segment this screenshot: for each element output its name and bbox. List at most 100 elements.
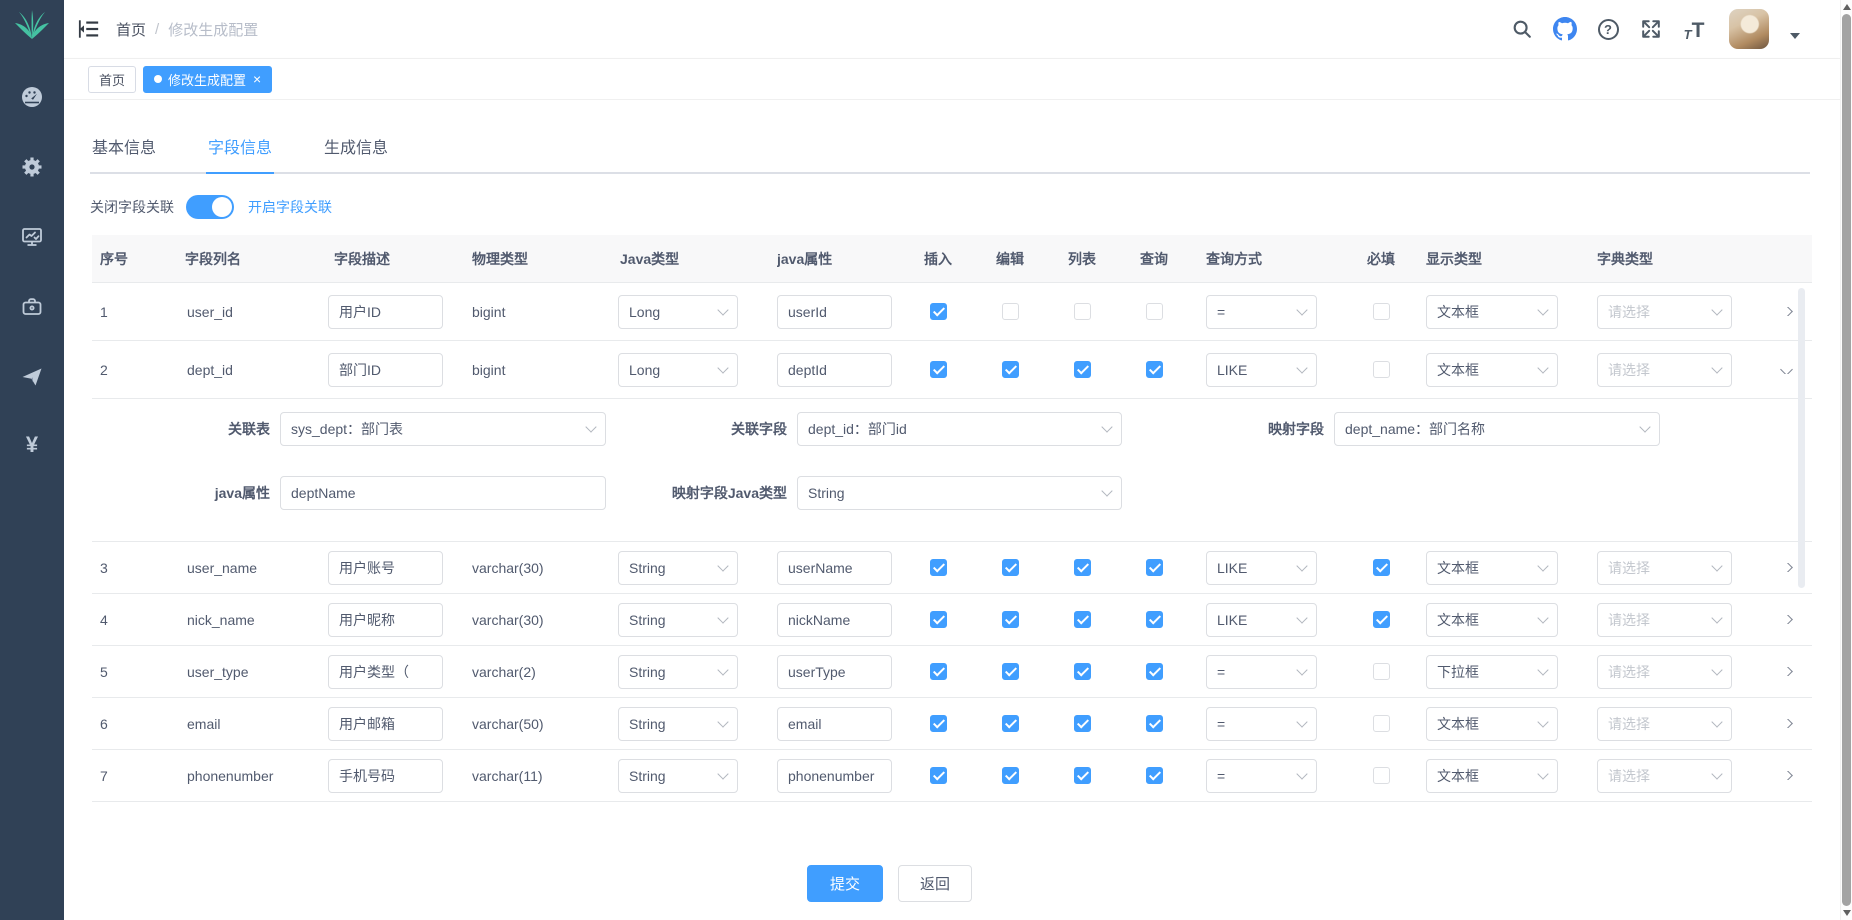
required-checkbox[interactable] — [1373, 303, 1390, 320]
java-attr-input[interactable] — [777, 655, 892, 689]
query-type-select[interactable]: = — [1206, 759, 1317, 793]
fullscreen-icon[interactable] — [1639, 17, 1663, 41]
required-checkbox[interactable] — [1373, 559, 1390, 576]
edit-checkbox[interactable] — [1002, 611, 1019, 628]
java-attr-input[interactable] — [777, 353, 892, 387]
display-type-select[interactable]: 文本框 — [1426, 707, 1558, 741]
dict-type-select[interactable]: 请选择 — [1597, 603, 1732, 637]
relation-java-attr-input[interactable] — [280, 476, 606, 510]
query-checkbox[interactable] — [1146, 611, 1163, 628]
java-type-select[interactable]: String — [618, 551, 738, 585]
relation-field-select[interactable]: dept_id：部门id — [797, 412, 1122, 446]
sidebar-item-publish[interactable] — [20, 365, 44, 389]
page-scrollbar[interactable] — [1840, 0, 1852, 920]
edit-checkbox[interactable] — [1002, 767, 1019, 784]
display-type-select[interactable]: 文本框 — [1426, 295, 1558, 329]
required-checkbox[interactable] — [1373, 611, 1390, 628]
tab-field-info[interactable]: 字段信息 — [206, 128, 274, 174]
close-icon[interactable]: × — [253, 72, 261, 86]
description-input[interactable] — [328, 707, 443, 741]
sidebar-item-dashboard[interactable] — [20, 85, 44, 109]
expand-row-icon[interactable] — [1780, 667, 1793, 676]
query-checkbox[interactable] — [1146, 559, 1163, 576]
sidebar-item-system[interactable] — [20, 155, 44, 179]
list-checkbox[interactable] — [1074, 767, 1091, 784]
insert-checkbox[interactable] — [930, 303, 947, 320]
dict-type-select[interactable]: 请选择 — [1597, 759, 1732, 793]
required-checkbox[interactable] — [1373, 715, 1390, 732]
map-java-type-select[interactable]: String — [797, 476, 1122, 510]
submit-button[interactable]: 提交 — [807, 865, 883, 902]
sidebar-item-finance[interactable]: ¥ — [20, 433, 44, 457]
tag-current-page[interactable]: 修改生成配置 × — [143, 66, 272, 93]
java-attr-input[interactable] — [777, 759, 892, 793]
menu-fold-icon[interactable] — [78, 18, 100, 40]
java-type-select[interactable]: String — [618, 655, 738, 689]
java-type-select[interactable]: Long — [618, 353, 738, 387]
relation-table-select[interactable]: sys_dept：部门表 — [280, 412, 606, 446]
required-checkbox[interactable] — [1373, 361, 1390, 378]
tab-generate-info[interactable]: 生成信息 — [322, 128, 390, 172]
description-input[interactable] — [328, 551, 443, 585]
java-attr-input[interactable] — [777, 295, 892, 329]
edit-checkbox[interactable] — [1002, 715, 1019, 732]
github-icon[interactable] — [1553, 17, 1577, 41]
insert-checkbox[interactable] — [930, 611, 947, 628]
sidebar-item-monitor[interactable] — [20, 225, 44, 249]
insert-checkbox[interactable] — [930, 663, 947, 680]
font-size-icon[interactable]: TT — [1682, 17, 1706, 41]
scrollbar-thumb[interactable] — [1842, 14, 1851, 906]
insert-checkbox[interactable] — [930, 767, 947, 784]
description-input[interactable] — [328, 655, 443, 689]
app-logo[interactable] — [12, 5, 52, 45]
insert-checkbox[interactable] — [930, 715, 947, 732]
switch-on-link[interactable]: 开启字段关联 — [248, 197, 332, 217]
list-checkbox[interactable] — [1074, 303, 1091, 320]
list-checkbox[interactable] — [1074, 715, 1091, 732]
back-button[interactable]: 返回 — [898, 865, 972, 902]
query-type-select[interactable]: LIKE — [1206, 353, 1317, 387]
dict-type-select[interactable]: 请选择 — [1597, 655, 1732, 689]
scroll-up-icon[interactable] — [1843, 4, 1851, 10]
display-type-select[interactable]: 文本框 — [1426, 353, 1558, 387]
display-type-select[interactable]: 下拉框 — [1426, 655, 1558, 689]
relation-toggle[interactable] — [186, 195, 234, 219]
description-input[interactable] — [328, 353, 443, 387]
java-type-select[interactable]: String — [618, 759, 738, 793]
display-type-select[interactable]: 文本框 — [1426, 603, 1558, 637]
avatar-caret-icon[interactable] — [1790, 33, 1800, 39]
display-type-select[interactable]: 文本框 — [1426, 551, 1558, 585]
description-input[interactable] — [328, 295, 443, 329]
expand-row-icon[interactable] — [1780, 615, 1793, 624]
help-icon[interactable]: ? — [1596, 17, 1620, 41]
dict-type-select[interactable]: 请选择 — [1597, 551, 1732, 585]
required-checkbox[interactable] — [1373, 663, 1390, 680]
java-attr-input[interactable] — [777, 551, 892, 585]
query-type-select[interactable]: = — [1206, 655, 1317, 689]
description-input[interactable] — [328, 759, 443, 793]
scroll-down-icon[interactable] — [1843, 910, 1851, 916]
query-type-select[interactable]: = — [1206, 707, 1317, 741]
sidebar-item-tool[interactable] — [20, 295, 44, 319]
description-input[interactable] — [328, 603, 443, 637]
java-type-select[interactable]: String — [618, 603, 738, 637]
list-checkbox[interactable] — [1074, 559, 1091, 576]
collapse-row-icon[interactable] — [1780, 365, 1793, 374]
display-type-select[interactable]: 文本框 — [1426, 759, 1558, 793]
search-icon[interactable] — [1510, 17, 1534, 41]
dict-type-select[interactable]: 请选择 — [1597, 295, 1732, 329]
user-avatar[interactable] — [1729, 9, 1769, 49]
expand-row-icon[interactable] — [1780, 307, 1793, 316]
expand-row-icon[interactable] — [1780, 719, 1793, 728]
java-attr-input[interactable] — [777, 707, 892, 741]
insert-checkbox[interactable] — [930, 559, 947, 576]
list-checkbox[interactable] — [1074, 361, 1091, 378]
tag-home[interactable]: 首页 — [88, 66, 136, 93]
breadcrumb-home[interactable]: 首页 — [116, 19, 146, 40]
query-type-select[interactable]: = — [1206, 295, 1317, 329]
tab-basic-info[interactable]: 基本信息 — [90, 128, 158, 172]
dict-type-select[interactable]: 请选择 — [1597, 353, 1732, 387]
edit-checkbox[interactable] — [1002, 303, 1019, 320]
expand-row-icon[interactable] — [1780, 771, 1793, 780]
java-attr-input[interactable] — [777, 603, 892, 637]
